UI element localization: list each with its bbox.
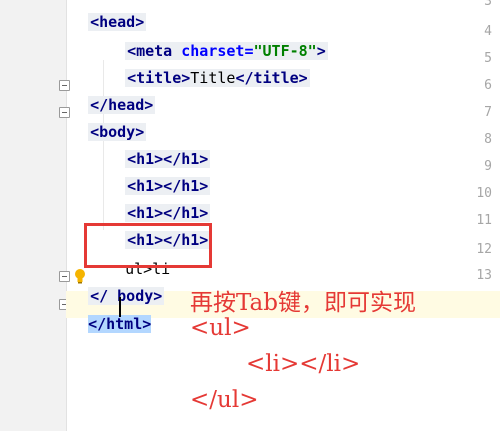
annotation-ul-close: </ul> [190, 387, 259, 413]
highlight-box [84, 223, 212, 268]
text-caret [119, 297, 121, 317]
line-number: 5 [484, 51, 492, 66]
fold-icon[interactable] [59, 107, 70, 118]
line-number: 12 [476, 242, 492, 257]
annotation-heading: 再按Tab键，即可实现 [190, 290, 416, 316]
line-number: 7 [484, 105, 492, 120]
annotation-ul-open: <ul> [190, 315, 251, 341]
line-number: 9 [484, 159, 492, 174]
line-number: 6 [484, 78, 492, 93]
line-number: 8 [484, 132, 492, 147]
fold-icon[interactable] [59, 271, 70, 282]
lightbulb-icon[interactable] [74, 268, 86, 284]
line-number: 4 [484, 24, 492, 39]
line-number: 10 [476, 186, 492, 201]
code-line-14[interactable]: </html> [70, 294, 152, 334]
gutter [0, 0, 67, 431]
line-number: 13 [476, 268, 492, 283]
fold-icon[interactable] [59, 80, 70, 91]
line-number: 3 [484, 0, 492, 9]
line-number: 11 [476, 213, 492, 228]
html-close-tag: </html> [88, 315, 152, 333]
annotation-li-pair: <li></li> [246, 351, 361, 377]
